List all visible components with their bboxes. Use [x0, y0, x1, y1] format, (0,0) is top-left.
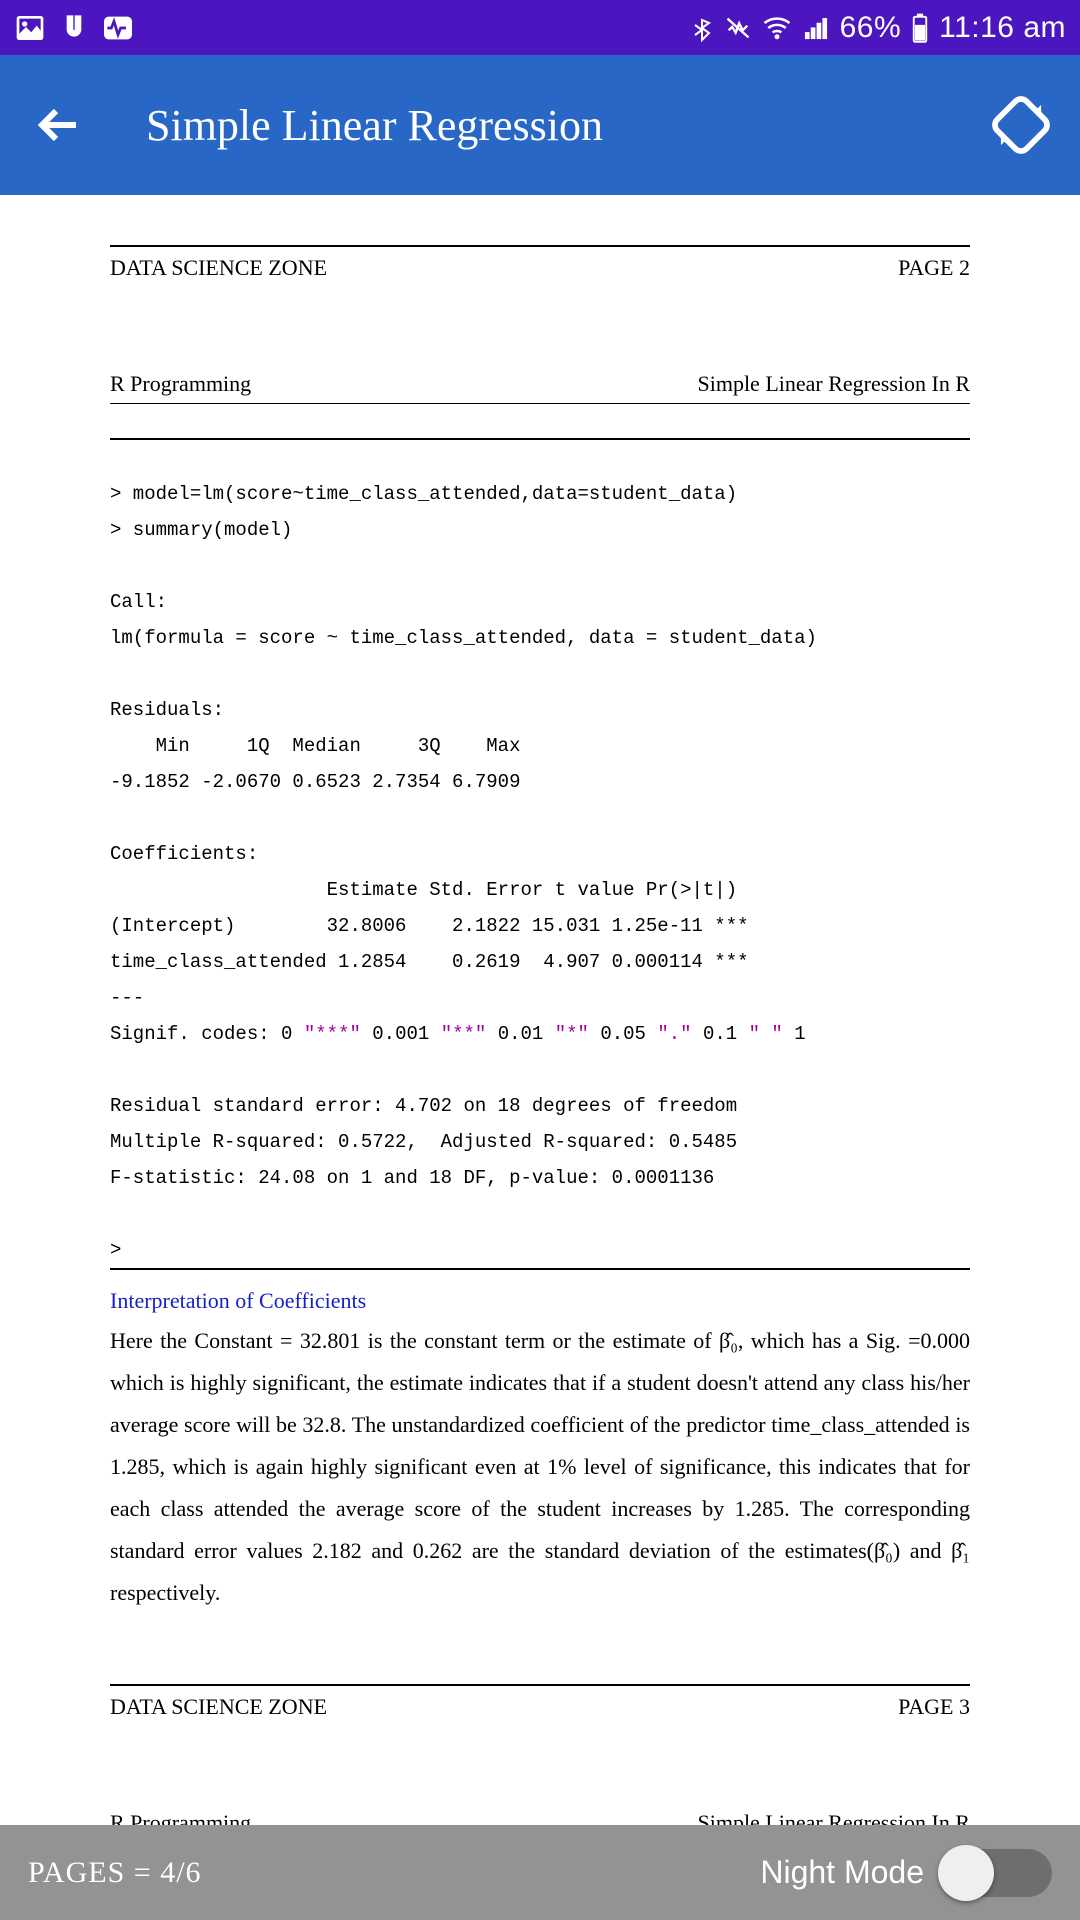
doc-header-left-2: DATA SCIENCE ZONE [110, 1694, 327, 1720]
r-output-block: > model=lm(score~time_class_attended,dat… [110, 440, 970, 1268]
status-time: 11:16 am [939, 11, 1066, 45]
code-bottom-rule [110, 1268, 970, 1270]
topic-row-2: R Programming Simple Linear Regression I… [110, 1810, 970, 1825]
code-line: Estimate Std. Error t value Pr(>|t|) [110, 879, 737, 901]
code-line: Multiple R-squared: 0.5722, Adjusted R-s… [110, 1131, 737, 1153]
interp-paragraph: Here the Constant = 32.801 is the consta… [110, 1320, 970, 1614]
wifi-icon [762, 13, 792, 43]
document-viewport[interactable]: DATA SCIENCE ZONE PAGE 2 R Programming S… [0, 195, 1080, 1825]
picture-icon [14, 12, 46, 44]
page3-header: DATA SCIENCE ZONE PAGE 3 [110, 1686, 970, 1720]
doc-page3-label: PAGE 3 [898, 1694, 970, 1720]
reader-bottom-bar: PAGES = 4/6 Night Mode [0, 1825, 1080, 1920]
status-right-group: 66% 11:16 am [690, 11, 1066, 45]
code-line: time_class_attended 1.2854 0.2619 4.907 … [110, 951, 749, 973]
app-bar: Simple Linear Regression [0, 55, 1080, 195]
magnet-icon [58, 12, 90, 44]
code-line: lm(formula = score ~ time_class_attended… [110, 627, 817, 649]
app-title: Simple Linear Regression [146, 100, 603, 151]
night-mode-label: Night Mode [760, 1854, 924, 1891]
pages-indicator: PAGES = 4/6 [28, 1856, 202, 1890]
code-signif-line: Signif. codes: 0 "***" 0.001 "**" 0.01 "… [110, 1023, 806, 1045]
code-line: Call: [110, 591, 167, 613]
android-status-bar: 66% 11:16 am [0, 0, 1080, 55]
signal-icon [802, 14, 830, 42]
code-line: (Intercept) 32.8006 2.1822 15.031 1.25e-… [110, 915, 749, 937]
doc-page2-label: PAGE 2 [898, 255, 970, 281]
topic-row: R Programming Simple Linear Regression I… [110, 371, 970, 404]
night-mode-group: Night Mode [760, 1849, 1052, 1897]
night-mode-toggle[interactable] [942, 1849, 1052, 1897]
code-line: > model=lm(score~time_class_attended,dat… [110, 483, 737, 505]
interp-heading: Interpretation of Coefficients [110, 1288, 970, 1314]
code-line: > summary(model) [110, 519, 292, 541]
activity-icon [102, 12, 134, 44]
code-line: --- [110, 987, 144, 1009]
code-line: Coefficients: [110, 843, 258, 865]
doc-header-left: DATA SCIENCE ZONE [110, 255, 327, 281]
topic-left-2: R Programming [110, 1810, 251, 1825]
back-button[interactable] [30, 97, 86, 153]
rotate-button[interactable] [990, 94, 1052, 156]
battery-icon [911, 13, 929, 43]
vibrate-icon [724, 14, 752, 42]
code-line: F-statistic: 24.08 on 1 and 18 DF, p-val… [110, 1167, 714, 1189]
bluetooth-icon [690, 16, 714, 40]
status-left-icons [14, 12, 134, 44]
code-line: Residual standard error: 4.702 on 18 deg… [110, 1095, 737, 1117]
code-line: Residuals: [110, 699, 224, 721]
code-line: Min 1Q Median 3Q Max [110, 735, 520, 757]
topic-left: R Programming [110, 371, 251, 397]
topic-right-2: Simple Linear Regression In R [697, 1810, 970, 1825]
page2-header: DATA SCIENCE ZONE PAGE 2 [110, 247, 970, 281]
code-line: > [110, 1239, 121, 1261]
battery-percent: 66% [840, 11, 902, 45]
topic-right: Simple Linear Regression In R [697, 371, 970, 397]
code-line: -9.1852 -2.0670 0.6523 2.7354 6.7909 [110, 771, 520, 793]
toggle-knob [938, 1845, 994, 1901]
